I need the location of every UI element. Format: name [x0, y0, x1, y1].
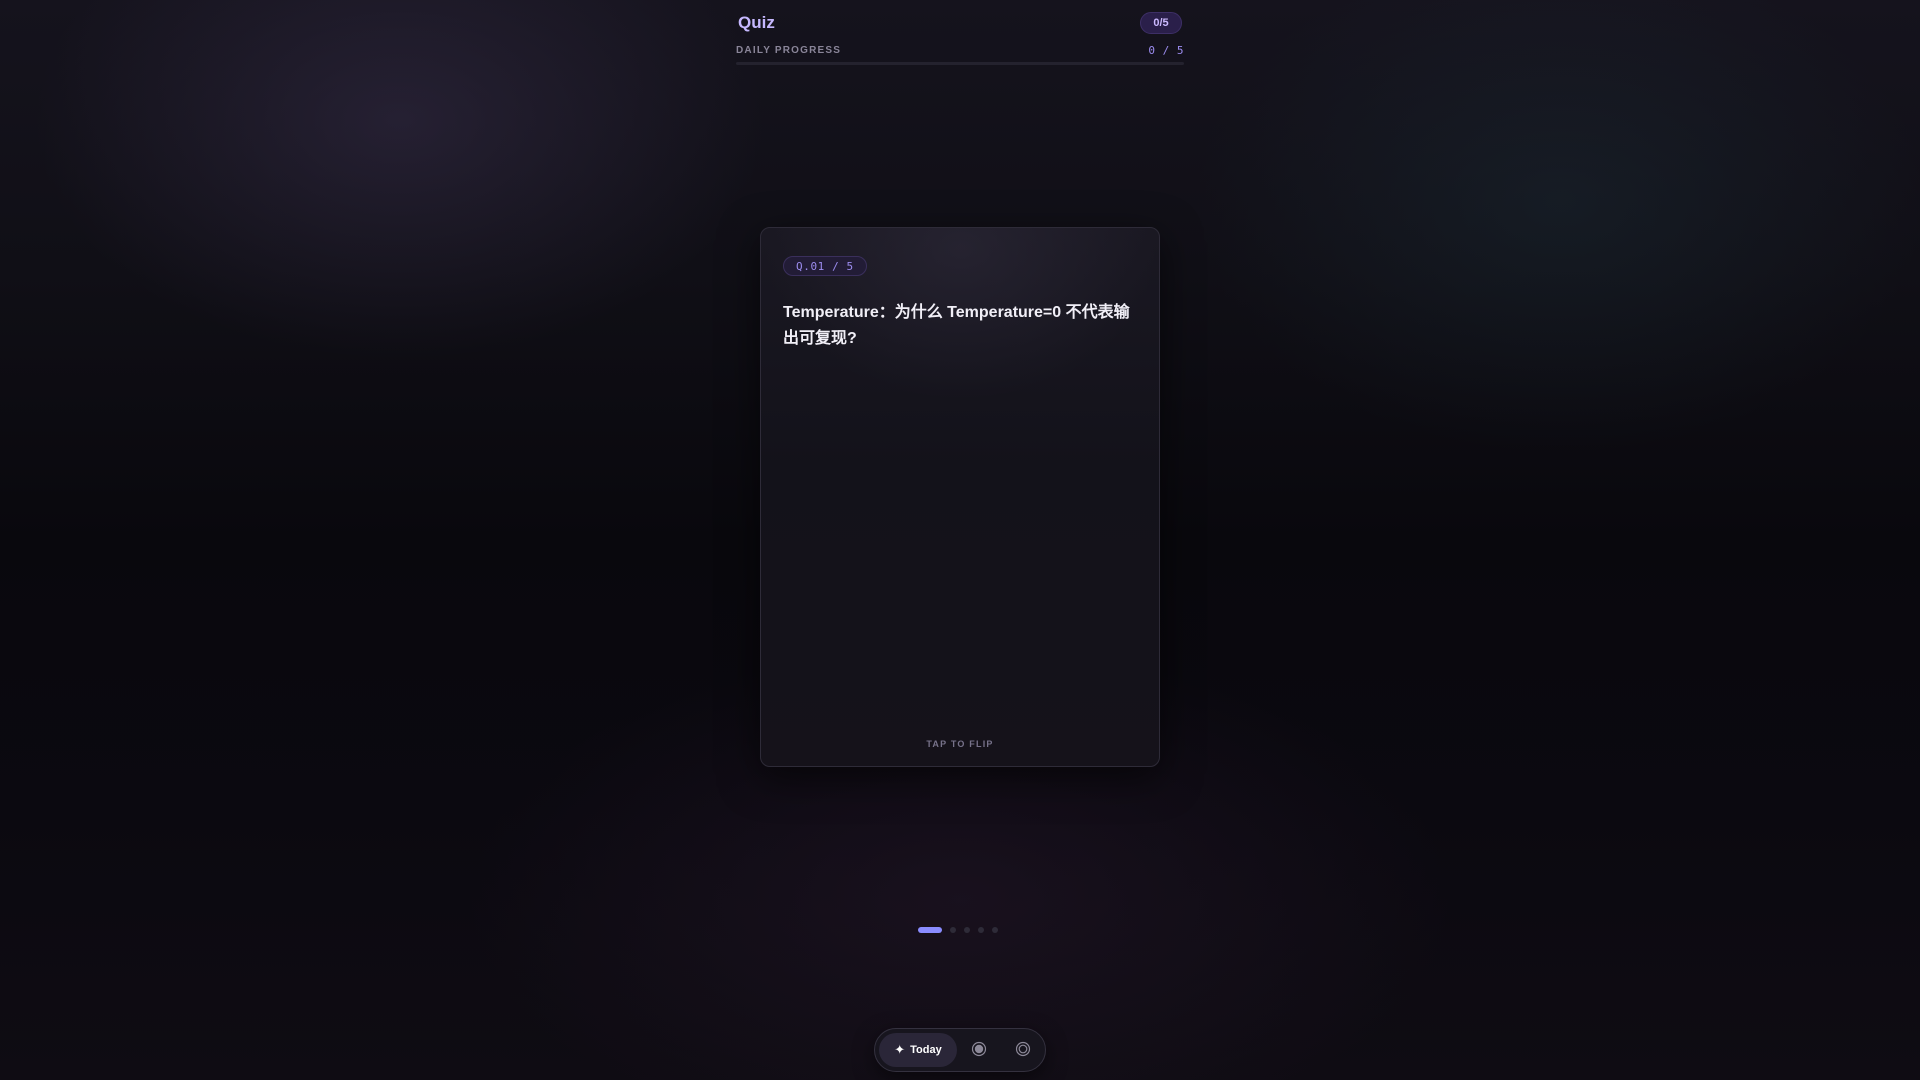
- pagination-dot-active[interactable]: [918, 927, 942, 933]
- pagination-dot[interactable]: [950, 927, 956, 933]
- nav-record-button[interactable]: [965, 1037, 993, 1065]
- page-title: Quiz: [738, 13, 775, 32]
- nav-today-button[interactable]: ✦ Today: [879, 1033, 957, 1067]
- header-bar: Quiz 0/5: [736, 10, 1184, 36]
- progress-bar: [736, 62, 1184, 65]
- bottom-nav: ✦ Today: [874, 1028, 1046, 1072]
- score-badge: 0/5: [1140, 12, 1182, 34]
- pagination-dot[interactable]: [992, 927, 998, 933]
- pagination-dot[interactable]: [978, 927, 984, 933]
- pagination-dots: [918, 927, 998, 933]
- question-number-badge: Q.01 / 5: [783, 256, 867, 276]
- target-icon: [1015, 1041, 1031, 1062]
- flip-hint: TAP TO FLIP: [926, 739, 994, 749]
- progress-row: DAILY PROGRESS 0 / 5: [736, 44, 1184, 58]
- progress-count: 0 / 5: [1148, 44, 1184, 57]
- nav-today-label: Today: [910, 1044, 942, 1056]
- sparkle-icon: ✦: [894, 1042, 906, 1057]
- record-icon: [971, 1041, 987, 1062]
- nav-target-button[interactable]: [1009, 1037, 1037, 1065]
- question-text: Temperature：为什么 Temperature=0 不代表输出可复现?: [783, 304, 1130, 347]
- progress-label: DAILY PROGRESS: [736, 45, 842, 56]
- pagination-dot[interactable]: [964, 927, 970, 933]
- flashcard[interactable]: Q.01 / 5 Temperature：为什么 Temperature=0 不…: [760, 227, 1160, 767]
